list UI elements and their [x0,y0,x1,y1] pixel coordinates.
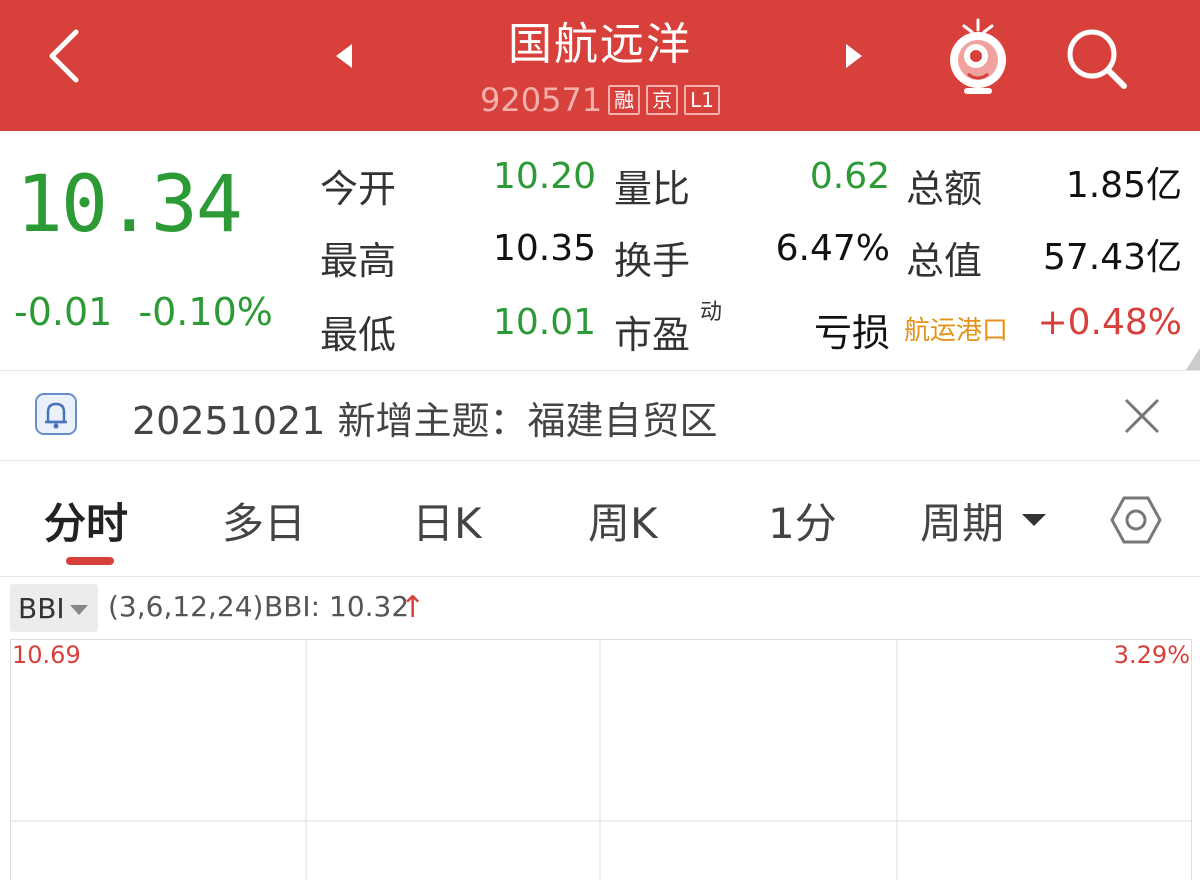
high-label: 最高 [320,239,397,283]
next-stock-icon[interactable] [842,40,866,72]
indicator-params: (3,6,12,24) [108,590,264,623]
chevron-down-icon [70,605,88,615]
chevron-down-icon[interactable] [1020,512,1048,528]
up-arrow-icon: ↑ [400,590,426,625]
last-price: 10.34 [16,160,243,250]
stock-code: 920571 [479,81,603,119]
change-percent: -0.10% [138,290,273,334]
settings-hexagon-icon[interactable] [1108,492,1164,548]
tab-multi-day[interactable]: 多日 [222,490,306,551]
high-value: 10.35 [492,228,596,269]
notice-text[interactable]: 20251021 新增主题：福建自贸区 [132,390,718,445]
expand-corner-icon[interactable] [1186,348,1200,370]
open-label: 今开 [320,167,397,211]
close-icon[interactable] [1120,394,1164,438]
top-bar: 国航远洋 920571 融 京 L1 [0,0,1200,131]
turnover-label: 换手 [614,239,691,283]
divider [0,370,1200,371]
chart-max-percent: 3.29% [1113,641,1190,669]
tab-period[interactable]: 周期 [920,490,1004,551]
margin-tag: 融 [608,85,641,115]
volume-ratio-value: 0.62 [809,156,890,197]
market-cap-value: 57.43亿 [1042,237,1182,278]
stock-name: 国航远洋 [508,19,692,70]
amount-value: 1.85亿 [1065,165,1182,206]
indicator-name: BBI [18,592,65,625]
open-value: 10.20 [492,156,596,197]
pe-dynamic-mark: 动 [700,300,723,325]
indicator-value: BBI: 10.32 [264,590,410,623]
amount-label: 总额 [906,167,983,211]
mascot-assistant-icon[interactable] [942,14,1014,96]
pe-value: 亏损 [813,311,890,355]
search-icon[interactable] [1060,22,1132,94]
intraday-chart[interactable] [10,639,1192,880]
chart-max-price: 10.69 [12,641,81,669]
exchange-tag: 京 [646,85,679,115]
prev-stock-icon[interactable] [332,40,356,72]
price-change: -0.01 -0.10% [14,290,273,334]
tab-daily-k[interactable]: 日K [412,490,482,551]
divider [0,460,1200,461]
back-arrow-icon[interactable] [40,26,90,86]
active-tab-indicator [66,557,114,565]
indicator-selector[interactable]: BBI [10,584,98,632]
bell-icon [35,393,77,435]
divider [0,576,1200,577]
chart-grid [11,640,1191,880]
turnover-value: 6.47% [775,228,890,269]
level-tag: L1 [684,85,721,115]
volume-ratio-label: 量比 [614,167,691,211]
sector-change-value[interactable]: +0.48% [1030,302,1182,343]
tab-intraday[interactable]: 分时 [44,490,128,551]
low-label: 最低 [320,313,397,357]
low-value: 10.01 [492,302,596,343]
sector-link[interactable]: 航运港口 [904,310,1008,347]
tab-1-minute[interactable]: 1分 [768,490,837,551]
stock-code-row: 920571 融 京 L1 [440,80,760,120]
market-cap-label: 总值 [906,239,983,283]
pe-label: 市盈 [614,313,691,357]
tab-weekly-k[interactable]: 周K [588,490,658,551]
change-amount: -0.01 [14,290,113,334]
